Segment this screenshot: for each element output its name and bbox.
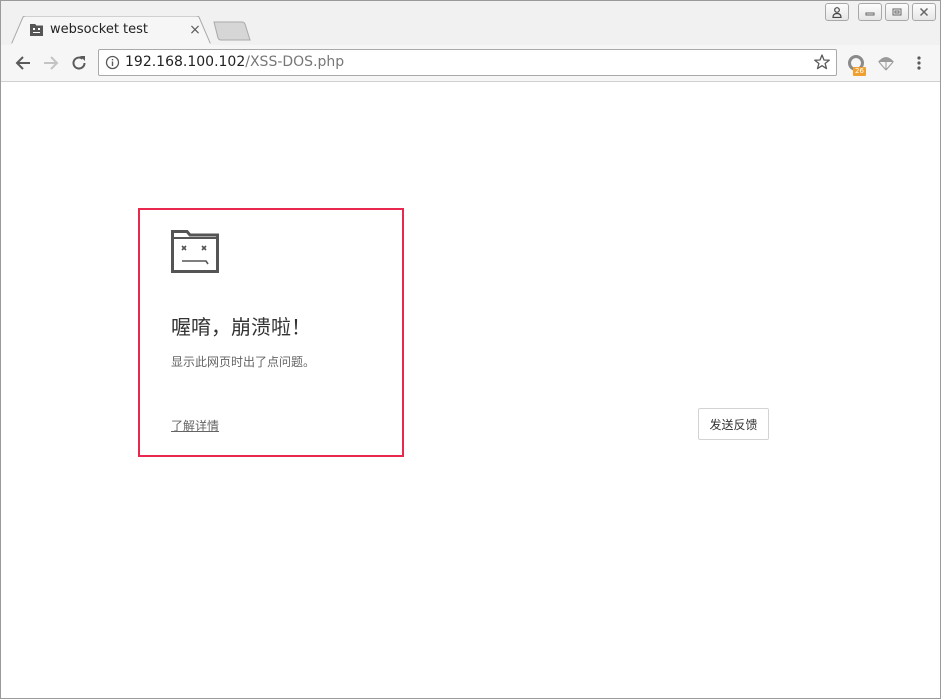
tab-strip: websocket test × [1,1,940,45]
back-arrow-icon [15,56,30,70]
crash-message: 显示此网页时出了点问题。 [171,355,316,369]
url-host: 192.168.100.102 [125,54,246,70]
close-icon [919,7,929,17]
window-controls [825,3,936,22]
extension-badge: 26 [853,67,866,76]
restore-button[interactable] [885,3,909,21]
tab-websocket-test[interactable]: websocket test × [11,16,211,45]
new-tab-button[interactable] [213,21,251,41]
person-icon [832,6,842,18]
back-button[interactable] [11,51,35,75]
kebab-menu-icon [917,56,921,70]
vpn-extension-button[interactable] [874,51,898,75]
forward-arrow-icon [44,56,59,70]
profile-button[interactable] [825,3,849,21]
minimize-icon [865,12,875,16]
forward-button[interactable] [39,51,63,75]
browser-toolbar: 192.168.100.102/XSS-DOS.php [1,45,940,82]
url-text[interactable]: 192.168.100.102/XSS-DOS.php [125,54,344,70]
restore-icon [892,8,902,16]
reload-icon [72,56,86,70]
url-path: /XSS-DOS.php [245,54,345,70]
reload-button[interactable] [67,51,91,75]
sad-folder-icon [171,230,219,273]
close-window-button[interactable] [912,3,936,21]
address-bar[interactable]: 192.168.100.102/XSS-DOS.php [98,49,837,76]
crash-page: 喔唷，崩溃啦！ 显示此网页时出了点问题。 了解详情 发送反馈 [1,82,940,698]
parachute-icon [878,57,894,71]
menu-button[interactable] [907,51,931,75]
info-icon[interactable] [105,55,120,70]
browser-window: websocket test × 192.168.100.102/XSS-DOS… [0,0,941,699]
sad-folder-icon [30,24,43,36]
crash-title: 喔唷，崩溃啦！ [171,315,311,339]
send-feedback-button[interactable]: 发送反馈 [698,408,769,440]
learn-more-link[interactable]: 了解详情 [171,417,219,434]
bookmark-star-icon[interactable] [813,53,831,71]
tab-close-icon[interactable]: × [187,22,203,38]
tab-title: websocket test [50,22,149,37]
minimize-button[interactable] [858,3,882,21]
